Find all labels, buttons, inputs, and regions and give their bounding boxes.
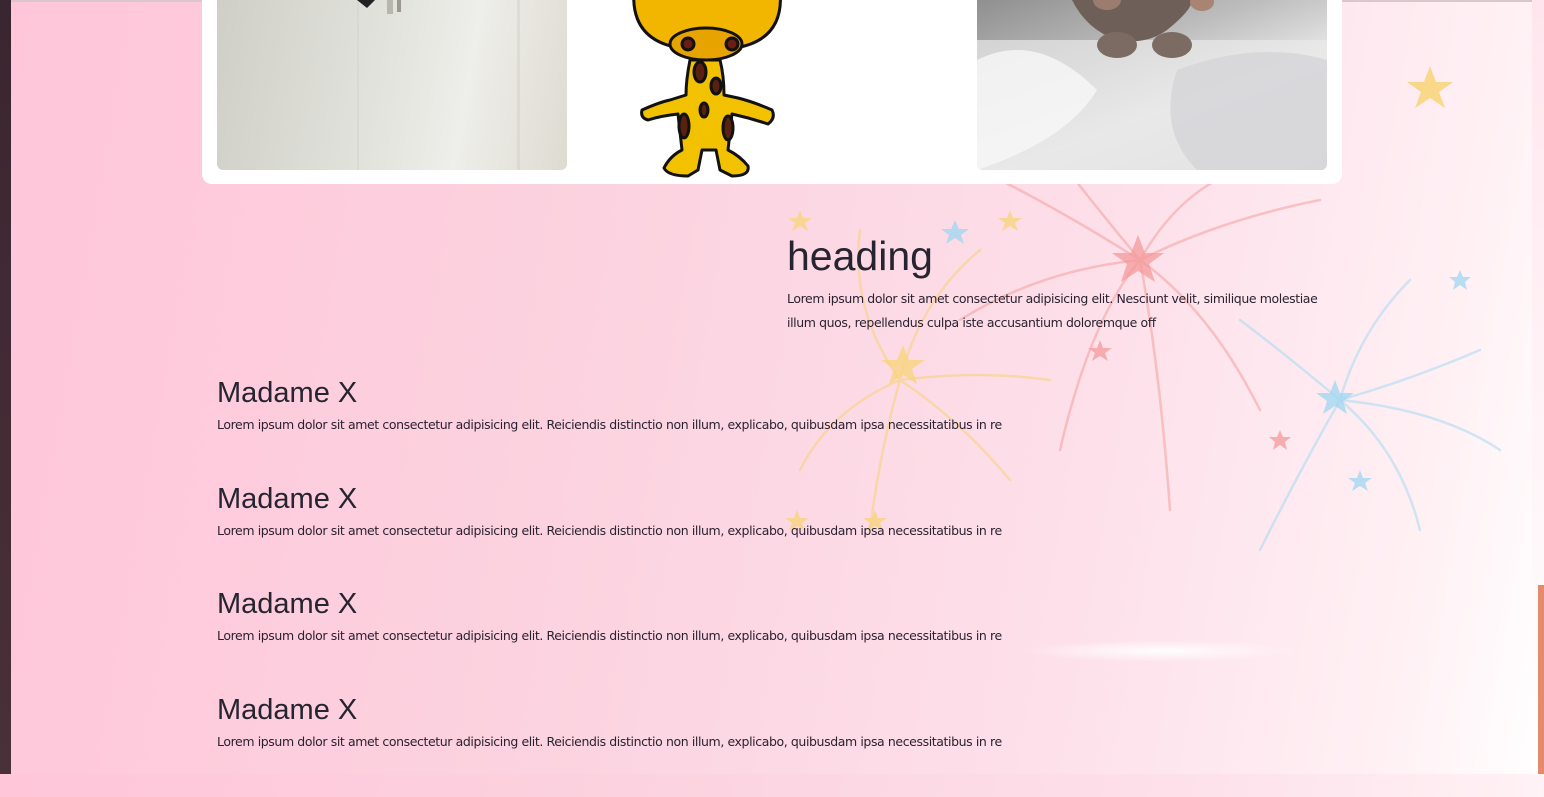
item-title: Madame X: [217, 375, 1117, 411]
item-title: Madame X: [217, 586, 1117, 622]
item-text: Lorem ipsum dolor sit amet consectetur a…: [217, 734, 1117, 749]
item-text: Lorem ipsum dolor sit amet consectetur a…: [217, 628, 1117, 643]
feature-block: heading Lorem ipsum dolor sit amet conse…: [787, 232, 1327, 335]
gallery-photo-left[interactable]: [217, 0, 567, 170]
item-title: Madame X: [217, 692, 1117, 728]
list-item: Madame X Lorem ipsum dolor sit amet cons…: [217, 692, 1117, 797]
scrollbar[interactable]: [1532, 0, 1544, 774]
gallery-photo-right[interactable]: [977, 0, 1327, 170]
item-text: Lorem ipsum dolor sit amet consectetur a…: [217, 417, 1117, 432]
feature-text: Lorem ipsum dolor sit amet consectetur a…: [787, 287, 1327, 335]
toy-figure-image: [217, 0, 567, 170]
item-title: Madame X: [217, 481, 1117, 517]
list-item: Madame X Lorem ipsum dolor sit amet cons…: [217, 586, 1117, 692]
feature-heading: heading: [787, 232, 1327, 280]
item-list: Madame X Lorem ipsum dolor sit amet cons…: [217, 375, 1117, 797]
scrollbar-thumb[interactable]: [1538, 585, 1544, 774]
item-text: Lorem ipsum dolor sit amet consectetur a…: [217, 523, 1117, 538]
list-item: Madame X Lorem ipsum dolor sit amet cons…: [217, 375, 1117, 481]
star-icon: [1400, 60, 1460, 120]
giraffe-cartoon-image: [620, 0, 795, 178]
list-item: Madame X Lorem ipsum dolor sit amet cons…: [217, 481, 1117, 587]
baby-on-blanket-image: [977, 0, 1327, 170]
window-left-edge: [0, 0, 11, 774]
